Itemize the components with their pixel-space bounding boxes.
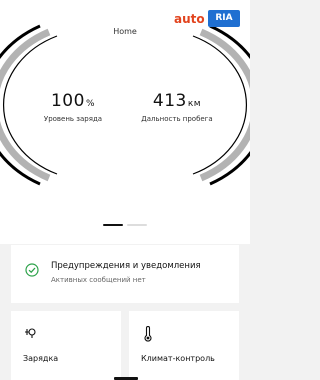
alerts-card[interactable]: Предупреждения и уведомления Активных со… <box>11 245 239 303</box>
watermark-ria-badge: RIA <box>208 10 240 27</box>
autoria-watermark: auto RIA <box>174 10 244 30</box>
charge-label: Уровень заряда <box>43 115 103 123</box>
climate-tile[interactable]: Климат-контроль <box>129 311 239 380</box>
charging-label: Зарядка <box>23 354 59 363</box>
charge-value-line: 100% <box>18 91 128 111</box>
thermometer-icon <box>144 326 152 342</box>
page-dot-inactive[interactable] <box>127 224 147 226</box>
alerts-subtitle: Активных сообщений нет <box>51 276 146 284</box>
page-dot-active[interactable] <box>103 224 123 226</box>
range-unit: км <box>187 99 202 109</box>
charge-stat: 100% Уровень заряда <box>18 91 128 123</box>
charge-unit: % <box>85 99 95 109</box>
vehicle-status-panel: Home 100% Уровень заряда 413км Дальность… <box>0 0 250 244</box>
range-label: Дальность пробега <box>141 115 213 123</box>
alerts-title: Предупреждения и уведомления <box>51 261 201 271</box>
page-indicator <box>0 224 250 228</box>
charge-value: 100 <box>50 91 85 111</box>
check-circle-icon <box>25 263 39 277</box>
charging-tile[interactable]: Зарядка <box>11 311 121 380</box>
climate-label: Климат-контроль <box>141 354 215 363</box>
watermark-auto-text: auto <box>174 12 205 26</box>
range-value-line: 413км <box>122 91 232 111</box>
range-value: 413 <box>152 91 187 111</box>
range-stat: 413км Дальность пробега <box>122 91 232 123</box>
charging-plug-icon <box>25 328 36 338</box>
